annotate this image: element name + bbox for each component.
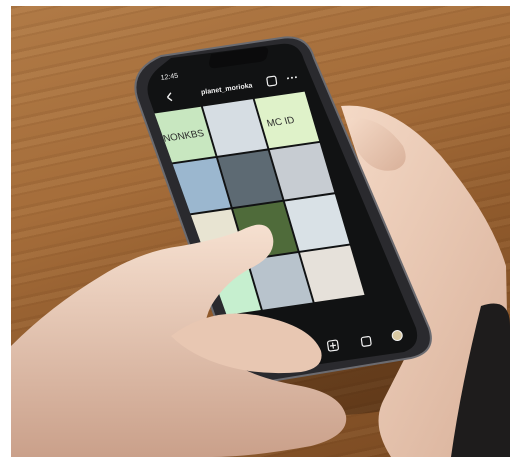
photo-scene: 12:45 planet_morioka NONKBSMC ID xyxy=(11,36,510,457)
photo-frame: 12:45 planet_morioka NONKBS MC ID xyxy=(11,6,510,457)
